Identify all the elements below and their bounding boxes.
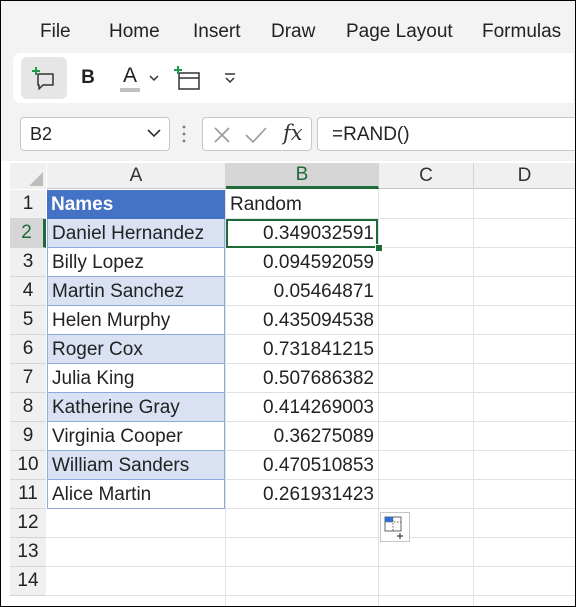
excel-window: File Home Insert Draw Page Layout Formul… — [0, 0, 576, 607]
row-header-11[interactable]: 11 — [10, 480, 46, 509]
tab-draw[interactable]: Draw — [271, 21, 315, 43]
row-header-8[interactable]: 8 — [10, 393, 46, 422]
row-header-1[interactable]: 1 — [10, 190, 46, 219]
cell-b8[interactable]: 0.414269003 — [226, 393, 378, 422]
row-header-9[interactable]: 9 — [10, 422, 46, 451]
cell-a10[interactable]: William Sanders — [47, 451, 225, 480]
new-comment-button[interactable] — [21, 57, 67, 99]
bold-button[interactable]: B — [73, 53, 103, 103]
tab-formulas[interactable]: Formulas — [482, 21, 561, 43]
font-color-swatch — [120, 87, 140, 92]
cell-a2[interactable]: Daniel Hernandez — [47, 219, 225, 248]
insert-function-icon[interactable]: fx — [283, 121, 303, 145]
bold-icon: B — [81, 67, 95, 88]
insert-table-icon — [174, 66, 200, 90]
chevron-down-icon — [147, 129, 161, 138]
ribbon-tabs: File Home Insert Draw Page Layout Formul… — [1, 1, 575, 47]
cell-b9[interactable]: 0.36275089 — [226, 422, 378, 451]
customize-toolbar-icon — [225, 73, 235, 84]
cell-b3[interactable]: 0.094592059 — [226, 248, 378, 277]
name-box-value: B2 — [30, 124, 53, 144]
column-header-b[interactable]: B — [226, 163, 379, 189]
column-header-a[interactable]: A — [47, 163, 226, 189]
name-box[interactable]: B2 — [20, 117, 170, 151]
quick-toolbar: B A — [13, 53, 573, 103]
quick-analysis-button[interactable] — [380, 512, 410, 542]
cell-b5[interactable]: 0.435094538 — [226, 306, 378, 335]
cell-b11[interactable]: 0.261931423 — [226, 480, 378, 509]
cell-a6[interactable]: Roger Cox — [47, 335, 225, 364]
new-comment-icon — [32, 67, 54, 90]
cell-a1[interactable]: Names — [47, 190, 225, 219]
cell-b4[interactable]: 0.05464871 — [226, 277, 378, 306]
font-color-button[interactable]: A — [113, 53, 147, 103]
tab-home[interactable]: Home — [109, 21, 160, 43]
row-header-4[interactable]: 4 — [10, 277, 46, 306]
customize-toolbar-button[interactable] — [217, 53, 243, 103]
row-header-13[interactable]: 13 — [10, 538, 46, 567]
cell-a5[interactable]: Helen Murphy — [47, 306, 225, 335]
row-header-3[interactable]: 3 — [10, 248, 46, 277]
gridline — [47, 595, 575, 596]
gridline — [47, 537, 575, 538]
formula-input[interactable]: =RAND() — [317, 117, 575, 151]
chevron-down-icon — [149, 75, 159, 82]
row-header-12[interactable]: 12 — [10, 509, 46, 538]
fill-handle[interactable] — [375, 244, 383, 252]
font-color-dropdown[interactable] — [147, 53, 161, 103]
confirm-icon[interactable] — [245, 126, 267, 144]
cell-b1[interactable]: Random — [226, 190, 378, 219]
formula-value: =RAND() — [332, 124, 410, 145]
tab-page-layout[interactable]: Page Layout — [346, 21, 453, 43]
row-header-2[interactable]: 2 — [10, 219, 46, 248]
cell-b2[interactable]: 0.349032591 — [226, 219, 378, 248]
formula-controls: fx — [202, 117, 312, 151]
cell-b7[interactable]: 0.507686382 — [226, 364, 378, 393]
quick-analysis-icon — [384, 516, 403, 539]
column-header-d[interactable]: D — [474, 163, 575, 189]
cell-b10[interactable]: 0.470510853 — [226, 451, 378, 480]
gridline — [47, 566, 575, 567]
row-header-5[interactable]: 5 — [10, 306, 46, 335]
gridline — [473, 189, 474, 606]
select-all-icon — [29, 172, 43, 186]
cell-a7[interactable]: Julia King — [47, 364, 225, 393]
cell-b6[interactable]: 0.731841215 — [226, 335, 378, 364]
tab-file[interactable]: File — [40, 21, 71, 43]
row-header-14[interactable]: 14 — [10, 567, 46, 596]
row-header-7[interactable]: 7 — [10, 364, 46, 393]
cell-a3[interactable]: Billy Lopez — [47, 248, 225, 277]
tab-insert[interactable]: Insert — [193, 21, 241, 43]
font-color-icon: A — [122, 63, 137, 87]
cell-a8[interactable]: Katherine Gray — [47, 393, 225, 422]
insert-table-button[interactable] — [169, 53, 205, 103]
select-all-corner[interactable] — [10, 163, 46, 189]
row-header-10[interactable]: 10 — [10, 451, 46, 480]
row-header-6[interactable]: 6 — [10, 335, 46, 364]
splitter-dots-icon[interactable] — [181, 122, 187, 146]
cancel-icon[interactable] — [213, 126, 231, 144]
cell-a4[interactable]: Martin Sanchez — [47, 277, 225, 306]
column-header-c[interactable]: C — [379, 163, 474, 189]
cell-a11[interactable]: Alice Martin — [47, 480, 225, 509]
cell-a9[interactable]: Virginia Cooper — [47, 422, 225, 451]
